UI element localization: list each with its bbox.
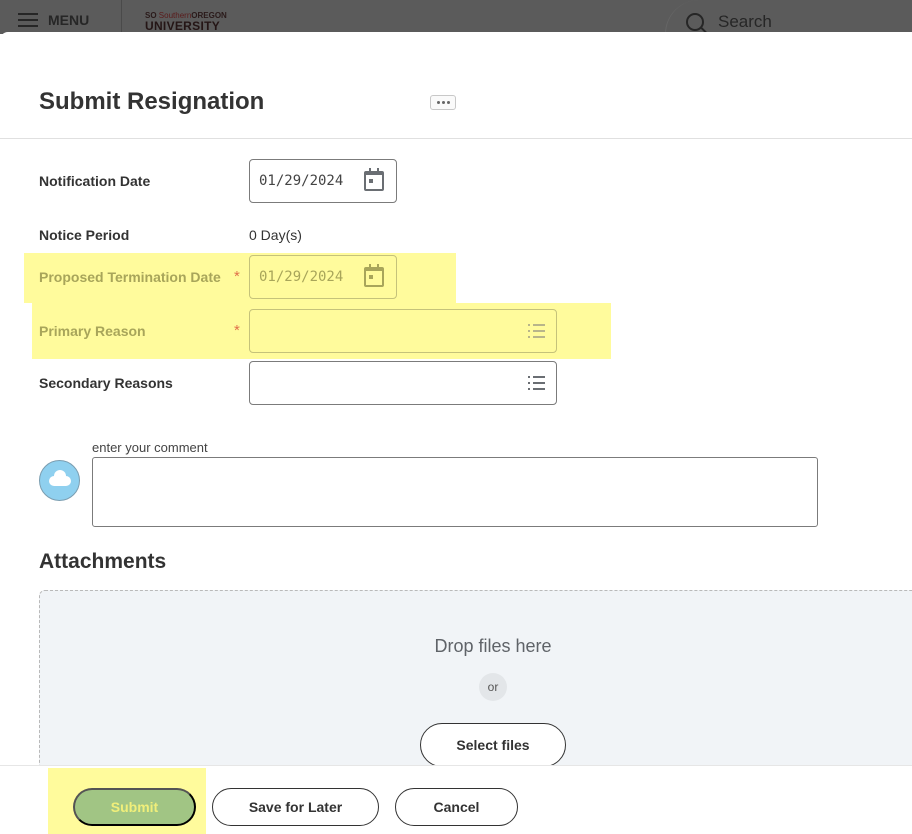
page-title: Submit Resignation (39, 88, 265, 115)
secondary-reasons-select[interactable] (249, 361, 557, 405)
notice-period-label: Notice Period (39, 227, 130, 243)
secondary-reasons-label: Secondary Reasons (39, 375, 173, 391)
calendar-icon[interactable] (364, 168, 384, 191)
ellipsis-icon (436, 101, 440, 104)
title-divider (0, 138, 912, 139)
menu-label: MENU (48, 12, 90, 28)
submit-resignation-dialog: Submit Resignation Notification Date 01/… (0, 32, 912, 834)
more-actions-button[interactable] (430, 95, 456, 110)
proposed-termination-date-label: Proposed Termination Date (39, 269, 221, 285)
search-label: Search (718, 12, 772, 31)
drop-files-text: Drop files here (434, 636, 552, 656)
primary-reason-select[interactable] (249, 309, 557, 353)
notification-date-value: 01/29/2024 (259, 173, 344, 189)
search-bar[interactable]: Search (665, 0, 912, 34)
comment-label: enter your comment (92, 440, 208, 455)
proposed-termination-date-input[interactable]: 01/29/2024 (249, 255, 397, 299)
required-indicator: * (234, 268, 240, 285)
cancel-button[interactable]: Cancel (395, 788, 518, 826)
proposed-termination-date-value: 01/29/2024 (259, 269, 344, 285)
primary-reason-label: Primary Reason (39, 323, 146, 339)
calendar-icon[interactable] (364, 264, 384, 287)
search-icon (686, 13, 704, 31)
drop-text-wrapper: Drop files here (0, 636, 906, 657)
university-logo[interactable]: SO SouthernOREGON UNIVERSITY (145, 12, 227, 33)
logo-university: UNIVERSITY (145, 19, 221, 33)
required-indicator: * (234, 322, 240, 339)
list-icon[interactable] (528, 324, 546, 338)
save-for-later-button[interactable]: Save for Later (212, 788, 379, 826)
menu-button[interactable]: MENU (18, 12, 89, 28)
attachments-heading: Attachments (39, 550, 167, 573)
or-divider-badge: or (479, 673, 507, 701)
hamburger-icon (18, 13, 38, 27)
notice-period-value: 0 Day(s) (249, 227, 302, 243)
notification-date-label: Notification Date (39, 173, 151, 189)
avatar (39, 460, 80, 501)
top-navigation-bar: MENU SO SouthernOREGON UNIVERSITY Search (0, 0, 912, 34)
comment-input[interactable] (92, 457, 818, 527)
notification-date-input[interactable]: 01/29/2024 (249, 159, 397, 203)
topbar-divider (121, 0, 122, 34)
submit-button[interactable]: Submit (73, 788, 196, 826)
cloud-icon (49, 470, 71, 486)
select-files-button[interactable]: Select files (420, 723, 566, 767)
list-icon[interactable] (528, 376, 546, 390)
